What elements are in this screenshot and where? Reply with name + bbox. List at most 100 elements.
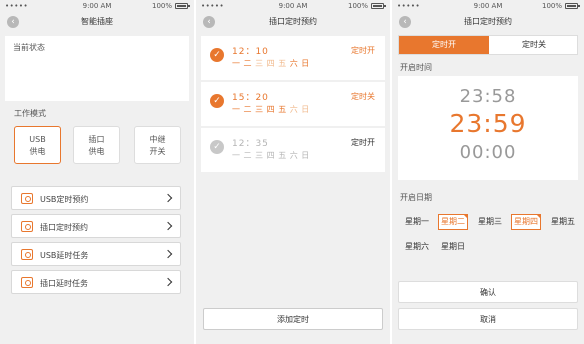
chevron-right-icon	[163, 221, 173, 231]
day-saturday[interactable]: 星期六	[402, 239, 432, 255]
day-tue: 二	[243, 105, 253, 114]
day-sun: 日	[301, 105, 310, 114]
confirm-button[interactable]: 确认	[398, 281, 578, 303]
time-picker[interactable]: 23:58 23:59 00:00	[398, 76, 578, 180]
battery-icon	[175, 3, 190, 9]
day-monday[interactable]: 星期一	[402, 214, 432, 230]
day-wed: 三	[255, 151, 264, 160]
socket-icon	[21, 193, 33, 204]
nav-bar: ‹ 插口定时预约	[392, 13, 584, 31]
check-icon[interactable]: ✓	[210, 94, 224, 108]
timer-row[interactable]: ✓ 15：20 一 二 三 四 五 六 日 定时关	[201, 82, 385, 126]
mode-line1: 插口	[88, 135, 105, 144]
day-sunday[interactable]: 星期日	[438, 239, 468, 255]
mode-line2: 开关	[149, 147, 166, 156]
timer-edit-screen: ••••• 9:00 AM 100% ‹ 插口定时预约 定时开 定时关 开启时间…	[392, 0, 584, 344]
mode-usb-power-button[interactable]: USB 供电	[14, 126, 61, 164]
day-fri: 五	[278, 105, 287, 114]
picker-prev-value: 23:58	[459, 86, 517, 107]
page-title: 插口定时预约	[269, 17, 317, 26]
day-mon: 一	[232, 151, 241, 160]
timer-row[interactable]: ✓ 12：35 一 二 三 四 五 六 日 定时开	[201, 128, 385, 172]
menu-label: USB定时预约	[40, 195, 89, 204]
menu-usb-timer[interactable]: USB定时预约	[11, 186, 181, 210]
day-wednesday[interactable]: 星期三	[475, 214, 505, 230]
status-bar: ••••• 9:00 AM 100%	[392, 0, 584, 13]
mode-relay-switch-button[interactable]: 中继 开关	[134, 126, 181, 164]
timer-action: 定时开	[351, 46, 375, 55]
mode-outlet-power-button[interactable]: 插口 供电	[73, 126, 120, 164]
mode-line1: USB	[29, 135, 46, 144]
status-bar: ••••• 9:00 AM 100%	[0, 0, 194, 13]
check-icon[interactable]: ✓	[210, 140, 224, 154]
menu-label: 插口延时任务	[40, 279, 88, 288]
day-thursday[interactable]: 星期四	[511, 214, 541, 230]
day-wed: 三	[255, 59, 264, 68]
menu-label: 插口定时预约	[40, 223, 88, 232]
day-wed: 三	[255, 105, 264, 114]
battery-level: 100%	[541, 2, 562, 10]
timer-action: 定时关	[351, 92, 375, 101]
day-sat: 六	[289, 151, 299, 160]
menu-outlet-delay[interactable]: 插口延时任务	[11, 270, 181, 294]
picker-next-value: 00:00	[459, 142, 517, 163]
timer-time: 12：10	[232, 47, 269, 57]
day-thu: 四	[266, 151, 276, 160]
day-fri: 五	[278, 59, 287, 68]
socket-icon	[21, 221, 33, 232]
day-tue: 二	[243, 59, 253, 68]
menu-outlet-timer[interactable]: 插口定时预约	[11, 214, 181, 238]
current-status-panel: 当前状态	[5, 36, 189, 101]
day-friday[interactable]: 星期五	[548, 214, 578, 230]
chevron-right-icon	[163, 193, 173, 203]
page-title: 插口定时预约	[464, 17, 512, 26]
tab-timer-on[interactable]: 定时开	[399, 36, 489, 54]
battery-icon	[565, 3, 580, 9]
battery-level: 100%	[151, 2, 172, 10]
mode-line2: 供电	[88, 147, 105, 156]
current-status-label: 当前状态	[13, 43, 45, 52]
add-timer-button[interactable]: 添加定时	[203, 308, 383, 330]
smart-socket-screen: ••••• 9:00 AM 100% ‹ 智能插座 当前状态 工作模式 USB …	[0, 0, 194, 344]
day-mon: 一	[232, 105, 241, 114]
day-sun: 日	[301, 151, 310, 160]
chevron-right-icon	[163, 277, 173, 287]
timer-days: 一 二 三 四 五 六 日	[232, 104, 310, 115]
cancel-button[interactable]: 取消	[398, 308, 578, 330]
day-tue: 二	[243, 151, 253, 160]
battery-icon	[371, 3, 386, 9]
day-sun: 日	[301, 59, 310, 68]
start-time-label: 开启时间	[400, 63, 432, 72]
day-sat: 六	[289, 59, 299, 68]
day-tuesday[interactable]: 星期二	[438, 214, 468, 230]
mode-line1: 中继	[149, 135, 166, 144]
menu-usb-delay[interactable]: USB延时任务	[11, 242, 181, 266]
timer-action: 定时开	[351, 138, 375, 147]
outlet-timer-list-screen: ••••• 9:00 AM 100% ‹ 插口定时预约 ✓ 12：10 一 二 …	[196, 0, 390, 344]
nav-bar: ‹ 插口定时预约	[196, 13, 390, 31]
work-mode-label: 工作模式	[14, 109, 46, 118]
timer-time: 15：20	[232, 93, 269, 103]
timer-days: 一 二 三 四 五 六 日	[232, 58, 310, 69]
timer-row[interactable]: ✓ 12：10 一 二 三 四 五 六 日 定时开	[201, 36, 385, 80]
start-date-label: 开启日期	[400, 193, 432, 202]
timer-days: 一 二 三 四 五 六 日	[232, 150, 310, 161]
menu-label: USB延时任务	[40, 251, 89, 260]
app-preview: ••••• 9:00 AM 100% ‹ 智能插座 当前状态 工作模式 USB …	[0, 0, 584, 344]
chevron-right-icon	[163, 249, 173, 259]
tab-timer-off[interactable]: 定时关	[489, 36, 579, 54]
socket-icon	[21, 277, 33, 288]
battery-level: 100%	[347, 2, 368, 10]
day-thu: 四	[266, 59, 276, 68]
status-bar: ••••• 9:00 AM 100%	[196, 0, 390, 13]
page-title: 智能插座	[81, 17, 113, 26]
nav-bar: ‹ 智能插座	[0, 13, 194, 31]
picker-current-value: 23:59	[449, 109, 527, 138]
check-icon[interactable]: ✓	[210, 48, 224, 62]
day-mon: 一	[232, 59, 241, 68]
socket-icon	[21, 249, 33, 260]
on-off-segmented-control: 定时开 定时关	[398, 35, 578, 55]
mode-line2: 供电	[29, 147, 46, 156]
day-fri: 五	[278, 151, 287, 160]
day-sat: 六	[289, 105, 299, 114]
